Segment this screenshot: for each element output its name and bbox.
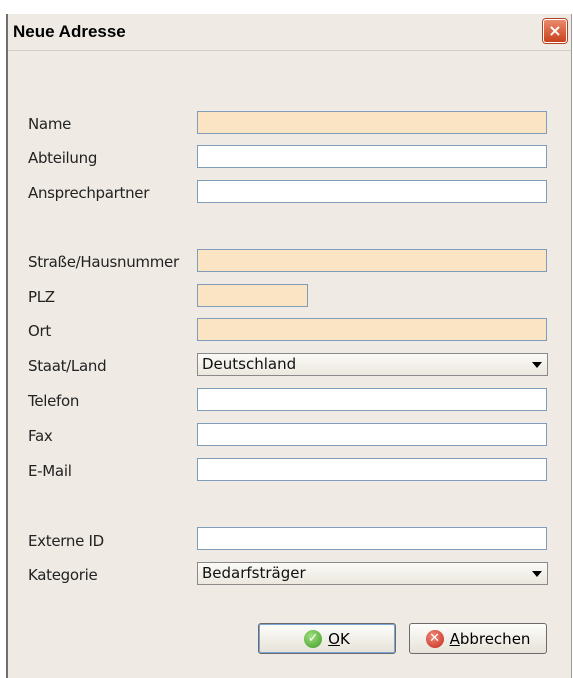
checkmark-icon: ✓ — [304, 629, 323, 648]
chevron-down-icon[interactable] — [532, 571, 542, 577]
chevron-down-icon[interactable] — [532, 362, 542, 368]
ok-button-label: OK — [328, 629, 350, 648]
externe-id-input[interactable] — [197, 527, 547, 550]
label-ansprechpartner: Ansprechpartner — [28, 184, 150, 202]
label-plz: PLZ — [28, 288, 55, 306]
label-staat: Staat/Land — [28, 357, 107, 375]
abteilung-input[interactable] — [197, 145, 547, 168]
close-button[interactable]: × — [543, 19, 567, 43]
telefon-input[interactable] — [197, 388, 547, 411]
title-bar: Neue Adresse × — [8, 14, 571, 51]
label-fax: Fax — [28, 427, 53, 445]
email-input[interactable] — [197, 458, 547, 481]
close-icon: × — [548, 21, 562, 40]
label-email: E-Mail — [28, 462, 72, 480]
plz-input[interactable] — [197, 284, 308, 307]
label-abteilung: Abteilung — [28, 149, 98, 167]
staat-selected-value: Deutschland — [202, 355, 297, 373]
label-kategorie: Kategorie — [28, 566, 98, 584]
ok-button[interactable]: ✓ OK — [258, 623, 396, 654]
cancel-button[interactable]: ✕ Abbrechen — [409, 623, 547, 654]
ort-input[interactable] — [197, 318, 547, 341]
ansprechpartner-input[interactable] — [197, 180, 547, 203]
cancel-icon: ✕ — [425, 629, 444, 648]
strasse-input[interactable] — [197, 249, 547, 272]
fax-input[interactable] — [197, 423, 547, 446]
kategorie-select[interactable]: Bedarfsträger — [197, 562, 548, 585]
kategorie-selected-value: Bedarfsträger — [202, 564, 306, 582]
cancel-button-label: Abbrechen — [449, 629, 531, 648]
label-strasse: Straße/Hausnummer — [28, 253, 179, 271]
label-ort: Ort — [28, 322, 51, 340]
dialog-title: Neue Adresse — [13, 22, 126, 41]
label-externe-id: Externe ID — [28, 532, 104, 550]
label-name: Name — [28, 115, 72, 133]
staat-select[interactable]: Deutschland — [197, 353, 548, 376]
label-telefon: Telefon — [28, 392, 80, 410]
name-input[interactable] — [197, 111, 547, 134]
